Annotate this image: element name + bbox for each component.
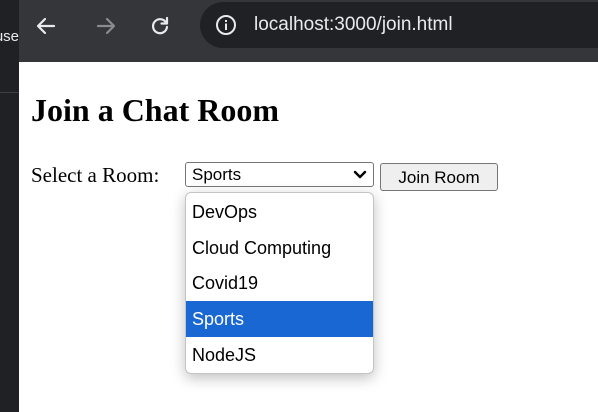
background-window-edge xyxy=(0,0,19,412)
chevron-down-icon xyxy=(353,170,367,179)
room-select-label: Select a Room: xyxy=(31,163,160,187)
room-select[interactable]: Sports xyxy=(185,162,374,187)
info-icon[interactable] xyxy=(214,13,238,37)
back-button[interactable] xyxy=(29,9,63,43)
forward-arrow-icon xyxy=(96,17,116,35)
join-room-button[interactable]: Join Room xyxy=(380,163,498,191)
browser-toolbar: localhost:3000/join.html xyxy=(19,0,598,62)
address-bar[interactable]: localhost:3000/join.html xyxy=(200,2,598,48)
background-window-divider xyxy=(0,92,19,93)
reload-icon xyxy=(151,16,169,35)
room-option-covid19[interactable]: Covid19 xyxy=(186,265,373,301)
forward-button[interactable] xyxy=(89,9,123,43)
page-content: Join a Chat Room Select a Room: Sports J… xyxy=(19,62,598,412)
room-option-cloud-computing[interactable]: Cloud Computing xyxy=(186,230,373,266)
reload-button[interactable] xyxy=(143,9,177,43)
url-text[interactable]: localhost:3000/join.html xyxy=(254,12,453,38)
room-option-nodejs[interactable]: NodeJS xyxy=(186,337,373,373)
room-option-sports[interactable]: Sports xyxy=(186,301,373,337)
room-dropdown-list: DevOps Cloud Computing Covid19 Sports No… xyxy=(185,192,374,374)
room-select-value: Sports xyxy=(192,165,242,184)
back-arrow-icon xyxy=(36,17,56,35)
page-title: Join a Chat Room xyxy=(31,92,280,128)
background-window-text: use xyxy=(0,28,19,45)
room-option-devops[interactable]: DevOps xyxy=(186,194,373,230)
